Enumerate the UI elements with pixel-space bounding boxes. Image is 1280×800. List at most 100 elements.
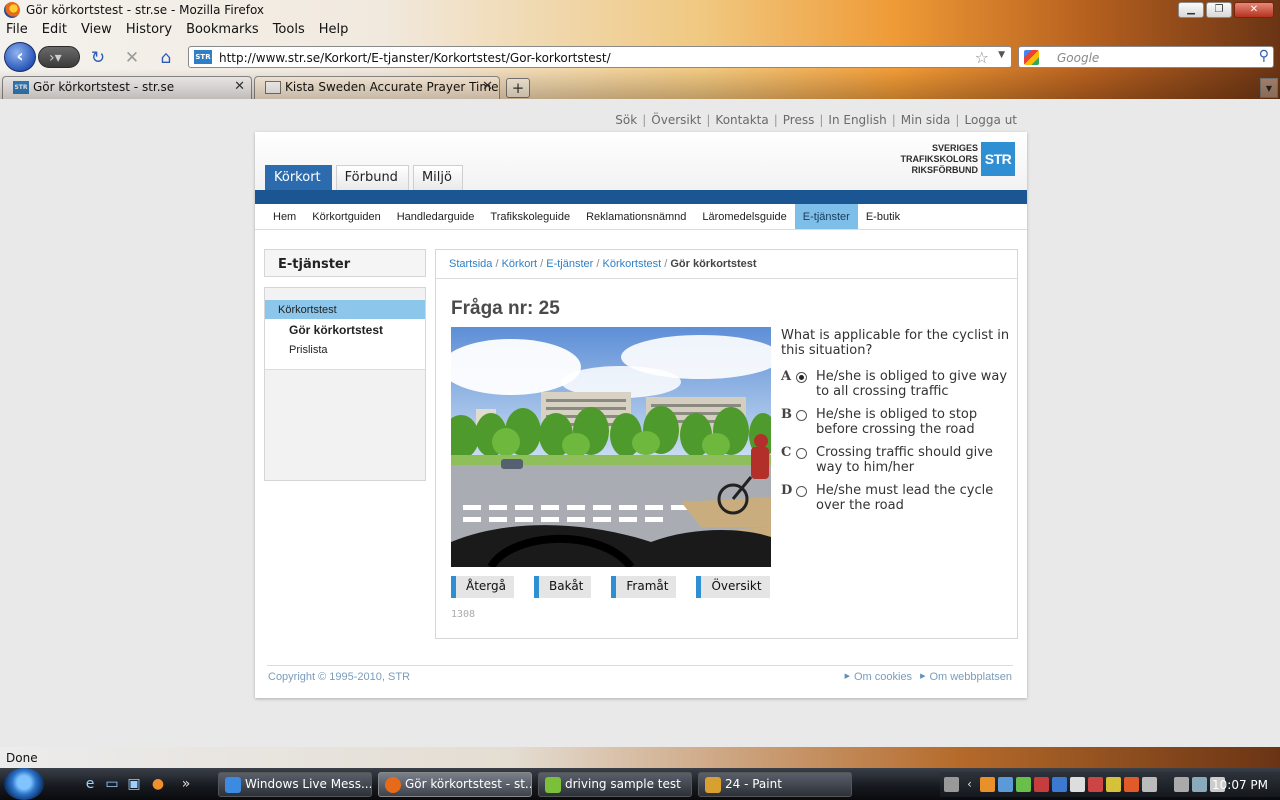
- forward-arrow-icon[interactable]: ›▾: [38, 46, 80, 68]
- link-om-cookies[interactable]: ▶ Om cookies: [845, 671, 912, 683]
- crumb-korkort[interactable]: Körkort: [502, 258, 537, 270]
- question-buttons: Återgå Bakåt Framåt Översikt: [451, 576, 770, 598]
- tray-app-icon[interactable]: [1088, 777, 1103, 792]
- link-oversikt[interactable]: Översikt: [646, 113, 706, 127]
- subnav-trafikskoleguide[interactable]: Trafikskoleguide: [482, 204, 578, 229]
- crumb-startsida[interactable]: Startsida: [449, 258, 492, 270]
- minimize-button[interactable]: ▁: [1178, 2, 1204, 18]
- tray-app-icon[interactable]: [1070, 777, 1085, 792]
- menu-help[interactable]: Help: [313, 20, 357, 40]
- subnav-e-tjanster[interactable]: E-tjänster: [794, 204, 858, 229]
- maximize-button[interactable]: ❐: [1206, 2, 1232, 18]
- bookmark-star-icon[interactable]: ☆: [975, 48, 989, 67]
- tab-list-icon[interactable]: ▼: [1260, 78, 1278, 98]
- search-bar[interactable]: Google ⚲: [1018, 46, 1274, 68]
- subnav-korkortguiden[interactable]: Körkortguiden: [304, 204, 389, 229]
- tab-str[interactable]: STR Gör körkortstest - str.se ✕: [2, 76, 252, 99]
- menu-edit[interactable]: Edit: [36, 20, 75, 40]
- tray-expand-icon[interactable]: ‹: [962, 777, 977, 792]
- answer-option-a[interactable]: A He/she is obliged to give way to all c…: [781, 368, 1017, 406]
- search-input[interactable]: Google: [1057, 51, 1099, 65]
- forward-button[interactable]: Framåt: [611, 576, 677, 598]
- url-bar[interactable]: STR http://www.str.se/Korkort/E-tjanster…: [188, 46, 1012, 68]
- subnav-e-butik[interactable]: E-butik: [858, 204, 908, 229]
- crumb-e-tjanster[interactable]: E-tjänster: [546, 258, 593, 270]
- subnav-reklamationsnamnd[interactable]: Reklamationsnämnd: [578, 204, 694, 229]
- menu-history[interactable]: History: [120, 20, 180, 40]
- reload-icon[interactable]: ↻: [88, 48, 108, 68]
- taskbar-firefox[interactable]: Gör körkortstest - st...: [378, 772, 532, 797]
- subnav-hem[interactable]: Hem: [265, 204, 304, 229]
- subnav-handledarguide[interactable]: Handledarguide: [389, 204, 483, 229]
- str-logo[interactable]: SVERIGES TRAFIKSKOLORS RIKSFÖRBUND STR: [901, 142, 1015, 176]
- crumb-korkortstest[interactable]: Körkortstest: [602, 258, 661, 270]
- answer-radio-c[interactable]: [796, 448, 807, 459]
- explorer-icon[interactable]: ▣: [126, 776, 142, 792]
- menu-file[interactable]: File: [0, 20, 36, 40]
- url-dropdown-icon[interactable]: ▼: [998, 50, 1005, 60]
- answer-radio-a[interactable]: [796, 372, 807, 383]
- search-icon[interactable]: ⚲: [1259, 48, 1269, 64]
- taskbar-paint[interactable]: 24 - Paint: [698, 772, 852, 797]
- tray-app-icon[interactable]: [998, 777, 1013, 792]
- answer-list: A He/she is obliged to give way to all c…: [781, 368, 1017, 520]
- close-tab-icon[interactable]: ✕: [482, 79, 493, 94]
- menu-bookmarks[interactable]: Bookmarks: [180, 20, 267, 40]
- tab-bar: STR Gör körkortstest - str.se ✕ Kista Sw…: [0, 76, 1280, 99]
- back-button[interactable]: Bakåt: [534, 576, 592, 598]
- ie-icon[interactable]: e: [82, 776, 98, 792]
- tab-korkort[interactable]: Körkort: [265, 165, 332, 191]
- menu-tools[interactable]: Tools: [267, 20, 313, 40]
- answer-option-c[interactable]: C Crossing traffic should give way to hi…: [781, 444, 1017, 482]
- leftnav-prislista[interactable]: Prislista: [265, 340, 425, 359]
- left-navigation: Körkortstest Gör körkortstest Prislista: [264, 287, 426, 481]
- tray-app-icon[interactable]: [1016, 777, 1031, 792]
- return-button[interactable]: Återgå: [451, 576, 514, 598]
- link-om-webbplatsen[interactable]: ▶ Om webbplatsen: [920, 671, 1012, 683]
- tab-prayer-times[interactable]: Kista Sweden Accurate Prayer Time... ✕: [254, 76, 500, 99]
- close-tab-icon[interactable]: ✕: [234, 79, 245, 94]
- link-kontakta[interactable]: Kontakta: [710, 113, 773, 127]
- tray-app-icon[interactable]: [1124, 777, 1139, 792]
- taskbar-document[interactable]: driving sample test: [538, 772, 692, 797]
- battery-icon[interactable]: [1174, 777, 1189, 792]
- tray-app-icon[interactable]: [1052, 777, 1067, 792]
- tray-app-icon[interactable]: [1106, 777, 1121, 792]
- network-icon[interactable]: [1192, 777, 1207, 792]
- link-press[interactable]: Press: [778, 113, 820, 127]
- menu-view[interactable]: View: [75, 20, 120, 40]
- firefox-quicklaunch-icon[interactable]: ●: [150, 776, 166, 792]
- tray-app-icon[interactable]: [1142, 777, 1157, 792]
- answer-radio-b[interactable]: [796, 410, 807, 421]
- start-button[interactable]: [4, 768, 44, 800]
- subnav-laromedelsguide[interactable]: Läromedelsguide: [694, 204, 794, 229]
- home-icon[interactable]: ⌂: [156, 48, 176, 68]
- new-tab-button[interactable]: +: [506, 78, 530, 98]
- stop-icon[interactable]: ✕: [122, 48, 142, 68]
- tray-app-icon[interactable]: [980, 777, 995, 792]
- back-arrow-icon[interactable]: ‹: [4, 42, 36, 72]
- answer-option-b[interactable]: B He/she is obliged to stop before cross…: [781, 406, 1017, 444]
- site-identity-icon[interactable]: STR: [194, 50, 212, 64]
- tray-app-icon[interactable]: [1034, 777, 1049, 792]
- answer-letter: B: [781, 407, 792, 422]
- clock[interactable]: 10:07 PM: [1212, 778, 1268, 792]
- answer-radio-d[interactable]: [796, 486, 807, 497]
- desktop-icon[interactable]: ▭: [104, 776, 120, 792]
- answer-option-d[interactable]: D He/she must lead the cycle over the ro…: [781, 482, 1017, 520]
- link-logga-ut[interactable]: Logga ut: [959, 113, 1022, 127]
- leftnav-korkortstest[interactable]: Körkortstest: [265, 300, 425, 319]
- google-icon[interactable]: [1024, 50, 1039, 65]
- leftnav-gor-korkortstest[interactable]: Gör körkortstest: [265, 319, 425, 340]
- keyboard-icon[interactable]: [944, 777, 959, 792]
- link-in-english[interactable]: In English: [823, 113, 891, 127]
- url-input[interactable]: http://www.str.se/Korkort/E-tjanster/Kor…: [219, 51, 611, 65]
- link-sok[interactable]: Sök: [610, 113, 642, 127]
- link-min-sida[interactable]: Min sida: [896, 113, 956, 127]
- tab-forbund[interactable]: Förbund: [335, 165, 409, 191]
- taskbar-messenger[interactable]: Windows Live Mess...: [218, 772, 372, 797]
- close-window-button[interactable]: ✕: [1234, 2, 1274, 18]
- overview-button[interactable]: Översikt: [696, 576, 770, 598]
- tab-miljo[interactable]: Miljö: [412, 165, 463, 191]
- more-icon[interactable]: »: [178, 776, 194, 792]
